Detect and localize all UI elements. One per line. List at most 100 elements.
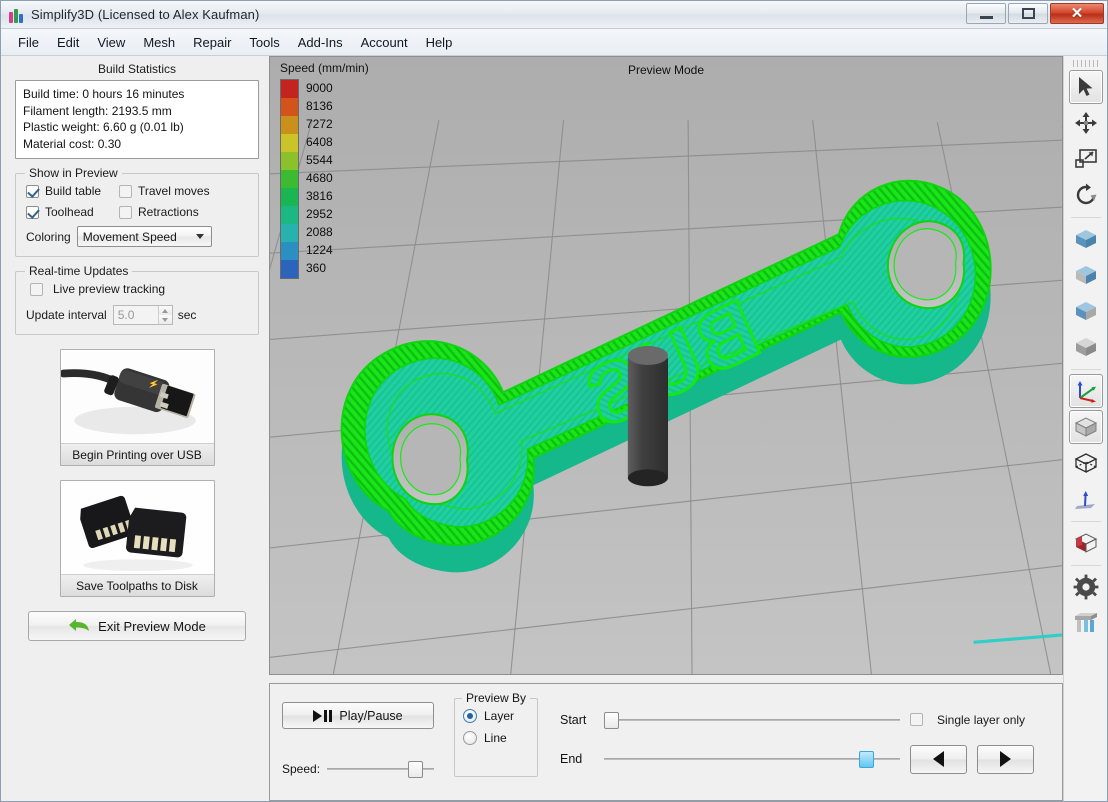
speed-legend-swatches <box>280 79 299 279</box>
move-tool[interactable] <box>1069 106 1103 140</box>
axes-origin-tool[interactable] <box>1068 374 1103 408</box>
exit-preview-mode-label: Exit Preview Mode <box>98 618 206 634</box>
end-slider-thumb[interactable] <box>858 751 874 768</box>
play-pause-label: Play/Pause <box>339 708 403 723</box>
arrow-right-icon <box>1000 751 1011 767</box>
cross-section-tool[interactable] <box>1069 526 1103 560</box>
wireframe-cube-icon <box>1074 453 1097 474</box>
scale-tool[interactable] <box>1069 142 1103 176</box>
menu-mesh[interactable]: Mesh <box>134 31 184 54</box>
single-layer-label: Single layer only <box>937 712 1026 727</box>
normals-tool[interactable] <box>1069 482 1103 516</box>
select-tool[interactable] <box>1068 70 1103 104</box>
legend-label-0: 9000 <box>306 81 333 95</box>
menu-help[interactable]: Help <box>417 31 462 54</box>
prev-layer-button[interactable] <box>910 744 967 774</box>
start-label: Start <box>560 712 587 727</box>
cube-front-icon <box>1075 230 1096 248</box>
view-top-cube[interactable] <box>1069 294 1103 328</box>
retractions-label: Retractions <box>138 205 199 219</box>
checkbox-live-preview-tracking[interactable]: Live preview tracking <box>26 282 165 296</box>
start-slider-thumb[interactable] <box>604 711 619 729</box>
view-side-cube[interactable] <box>1069 258 1103 292</box>
begin-printing-over-usb-button[interactable]: ⚡ Begin Printing over USB <box>59 349 215 466</box>
exit-preview-mode-button[interactable]: Exit Preview Mode <box>28 611 246 641</box>
legend-swatch-7272 <box>281 116 298 134</box>
start-slider-track <box>604 718 900 721</box>
stepper-down-icon[interactable] <box>158 315 172 324</box>
checkbox-build-table[interactable]: Build table <box>26 184 119 198</box>
menu-add-ins[interactable]: Add-Ins <box>289 31 352 54</box>
end-label: End <box>560 752 583 766</box>
next-layer-button[interactable] <box>977 744 1034 774</box>
legend-label-8: 2088 <box>306 225 333 239</box>
menu-view[interactable]: View <box>88 31 134 54</box>
settings-gear-tool[interactable] <box>1069 570 1103 604</box>
rotate-tool[interactable] <box>1069 178 1103 212</box>
legend-label-3: 6408 <box>306 135 333 149</box>
stat-plastic-weight: Plastic weight: 6.60 g (0.01 lb) <box>23 120 184 134</box>
stepper-buttons[interactable] <box>157 306 172 324</box>
playback-left: Play/Pause Speed: <box>282 694 434 790</box>
end-slider[interactable] <box>604 750 900 768</box>
checkbox-toolhead[interactable]: Toolhead <box>26 205 119 219</box>
3d-viewport[interactable]: BUS Preview Mode Speed (mm/min) 9000 813… <box>269 56 1063 675</box>
checkbox-travel-moves[interactable]: Travel moves <box>119 184 210 198</box>
menu-tools[interactable]: Tools <box>240 31 288 54</box>
toolhead-label: Toolhead <box>45 205 94 219</box>
speed-legend-title: Speed (mm/min) <box>280 61 369 75</box>
realtime-updates-group: Real-time Updates Live preview tracking … <box>15 264 259 335</box>
retractions-checkbox-icon[interactable] <box>119 205 132 219</box>
toolhead-checkbox-icon[interactable] <box>26 205 39 219</box>
speed-slider[interactable] <box>327 760 434 778</box>
build-table-checkbox-icon[interactable] <box>26 184 39 198</box>
maximize-icon <box>1021 8 1035 19</box>
menu-bar: File Edit View Mesh Repair Tools Add-Ins… <box>1 29 1107 56</box>
maximize-button[interactable] <box>1008 3 1048 24</box>
menu-account[interactable]: Account <box>352 31 417 54</box>
start-slider[interactable] <box>604 711 900 729</box>
menu-edit[interactable]: Edit <box>48 31 88 54</box>
play-pause-icon <box>313 709 333 722</box>
menu-repair[interactable]: Repair <box>184 31 240 54</box>
travel-moves-checkbox-icon[interactable] <box>119 184 132 198</box>
cube-iso-icon <box>1075 338 1096 356</box>
viewport-mode-label: Preview Mode <box>627 63 705 77</box>
close-icon: ✕ <box>1070 4 1084 22</box>
single-layer-checkbox-icon[interactable] <box>910 713 923 726</box>
view-iso-cube[interactable] <box>1069 330 1103 364</box>
menu-file[interactable]: File <box>9 31 48 54</box>
solid-shading-tool[interactable] <box>1068 410 1103 444</box>
radio-line[interactable]: Line <box>463 731 529 745</box>
view-front-cube[interactable] <box>1069 222 1103 256</box>
close-button[interactable]: ✕ <box>1050 3 1104 24</box>
show-in-preview-row-1: Build table Travel moves <box>26 184 248 198</box>
legend-swatch-2952 <box>281 206 298 224</box>
line-radio-icon[interactable] <box>463 731 477 745</box>
solid-cube-icon <box>1074 417 1097 437</box>
single-layer-only-checkbox[interactable]: Single layer only <box>910 713 1050 727</box>
wireframe-tool[interactable] <box>1069 446 1103 480</box>
window-controls: ✕ <box>966 3 1104 24</box>
toolhead-nozzle <box>627 345 669 487</box>
checkbox-retractions[interactable]: Retractions <box>119 205 199 219</box>
playback-bar: Play/Pause Speed: Preview By Layer Line … <box>269 683 1063 801</box>
supports-tool[interactable] <box>1069 606 1103 640</box>
update-interval-stepper[interactable]: 5.0 <box>112 305 173 325</box>
legend-swatch-3816 <box>281 188 298 206</box>
stepper-up-icon[interactable] <box>158 306 172 315</box>
coloring-select[interactable]: Movement Speed <box>76 226 212 247</box>
sd-cards-photo <box>60 481 214 574</box>
layer-radio-icon[interactable] <box>463 709 477 723</box>
radio-layer[interactable]: Layer <box>463 709 529 723</box>
speed-slider-thumb[interactable] <box>408 761 424 778</box>
legend-label-2: 7272 <box>306 117 333 131</box>
toolbar-grip[interactable] <box>1072 60 1099 67</box>
minimize-button[interactable] <box>966 3 1006 24</box>
cube-side-icon <box>1075 266 1096 284</box>
legend-label-4: 5544 <box>306 153 333 167</box>
live-preview-checkbox-icon[interactable] <box>30 282 43 296</box>
save-toolpaths-to-disk-button[interactable]: Save Toolpaths to Disk <box>59 480 215 597</box>
layer-radio-label: Layer <box>484 709 515 723</box>
play-pause-button[interactable]: Play/Pause <box>282 702 434 729</box>
